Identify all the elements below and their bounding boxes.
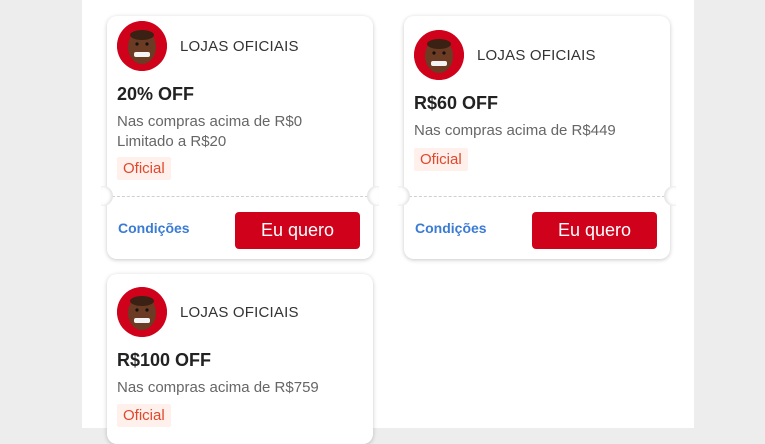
coupon-min-purchase: Nas compras acima de R$0 xyxy=(117,113,303,130)
claim-coupon-button[interactable]: Eu quero xyxy=(532,212,657,249)
ticket-notch-right xyxy=(664,186,676,206)
store-avatar-icon xyxy=(414,30,464,80)
ticket-notch-right xyxy=(367,186,379,206)
store-name: LOJAS OFICIAIS xyxy=(180,303,299,321)
coupon-min-purchase: Nas compras acima de R$759 xyxy=(117,379,319,396)
coupon-card: LOJAS OFICIAIS R$100 OFF Nas compras aci… xyxy=(107,274,373,444)
dashed-divider xyxy=(404,196,670,197)
official-badge: Oficial xyxy=(414,148,468,171)
dashed-divider xyxy=(107,196,373,197)
store-avatar-icon xyxy=(117,287,167,337)
coupon-list-panel: LOJAS OFICIAIS 20% OFF Nas compras acima… xyxy=(82,0,694,444)
store-name: LOJAS OFICIAIS xyxy=(180,37,299,55)
store-avatar-icon xyxy=(117,21,167,71)
store-header: LOJAS OFICIAIS xyxy=(117,287,299,337)
official-badge: Oficial xyxy=(117,157,171,180)
store-name: LOJAS OFICIAIS xyxy=(477,46,596,64)
coupon-limit: Limitado a R$20 xyxy=(117,133,227,150)
conditions-link[interactable]: Condições xyxy=(118,220,190,236)
coupon-title: 20% OFF xyxy=(117,84,195,104)
conditions-link[interactable]: Condições xyxy=(415,220,487,236)
store-header: LOJAS OFICIAIS xyxy=(414,30,596,80)
ticket-notch-left xyxy=(101,186,113,206)
ticket-notch-left xyxy=(398,186,410,206)
official-badge: Oficial xyxy=(117,404,171,427)
store-header: LOJAS OFICIAIS xyxy=(117,21,299,71)
coupon-title: R$100 OFF xyxy=(117,350,212,370)
coupon-card: LOJAS OFICIAIS R$60 OFF Nas compras acim… xyxy=(398,16,676,259)
coupon-title: R$60 OFF xyxy=(414,93,499,113)
claim-coupon-button[interactable]: Eu quero xyxy=(235,212,360,249)
coupon-card: LOJAS OFICIAIS 20% OFF Nas compras acima… xyxy=(101,16,379,259)
coupon-min-purchase: Nas compras acima de R$449 xyxy=(414,122,616,139)
